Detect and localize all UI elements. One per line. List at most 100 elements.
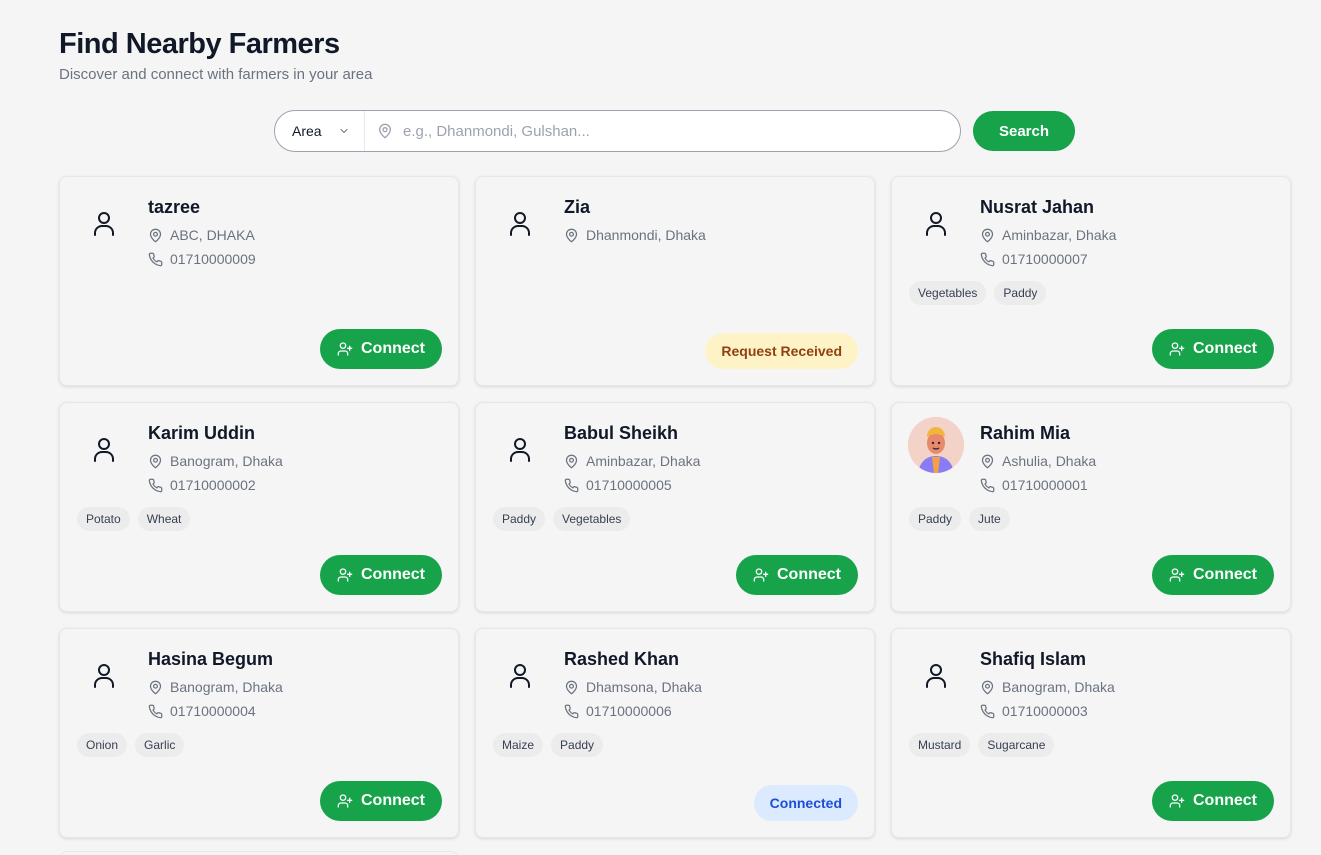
farmer-phone: 01710000007: [980, 251, 1088, 267]
phone-text: 01710000003: [1002, 703, 1088, 719]
area-filter-label: Area: [292, 123, 322, 139]
user-plus-icon: [337, 341, 353, 357]
user-plus-icon: [753, 567, 769, 583]
person-icon: [920, 201, 952, 245]
connect-label: Connect: [1193, 566, 1257, 583]
phone-icon: [564, 704, 586, 719]
connect-label: Connect: [777, 566, 841, 583]
crop-tags: Paddy Jute: [909, 507, 1010, 531]
crop-tag: Paddy: [493, 507, 546, 531]
connect-button[interactable]: Connect: [320, 329, 442, 369]
area-filter-select[interactable]: Area: [275, 111, 365, 151]
person-icon: [920, 653, 952, 697]
farmer-phone: 01710000001: [980, 477, 1088, 493]
farmer-name: Nusrat Jahan: [980, 197, 1095, 217]
connect-label: Connect: [1193, 340, 1257, 357]
page-title: Find Nearby Farmers: [59, 28, 340, 60]
person-icon: [504, 201, 536, 245]
crop-tags: Maize Paddy: [493, 733, 604, 757]
crop-tags: Paddy Vegetables: [493, 507, 631, 531]
farmer-name: Babul Sheikh: [564, 423, 679, 443]
crop-tag: Garlic: [135, 733, 185, 757]
connect-label: Connect: [1193, 792, 1257, 809]
connect-button[interactable]: Connect: [1152, 329, 1274, 369]
farmer-location: Banogram, Dhaka: [148, 679, 283, 695]
farmer-name: Karim Uddin: [148, 423, 256, 443]
farmer-card: Shafiq Islam Banogram, Dhaka 01710000003 Mu…: [891, 628, 1291, 838]
crop-tags: Mustard Sugarcane: [909, 733, 1055, 757]
farmer-photo: [908, 417, 964, 473]
map-pin-icon: [564, 680, 586, 695]
status-badge: Connected: [753, 785, 858, 821]
farmer-phone: 01710000005: [564, 477, 672, 493]
farmer-card: Rahim Mia Ashulia, Dhaka 01710000001 Paddy J…: [891, 402, 1291, 612]
crop-tags: Onion Garlic: [77, 733, 185, 757]
connect-label: Connect: [361, 340, 425, 357]
farmer-phone: 01710000004: [148, 703, 256, 719]
farmer-card: tazree ABC, DHAKA 01710000009 Connect: [59, 176, 459, 386]
crop-tag: Onion: [77, 733, 128, 757]
map-pin-icon: [980, 680, 1002, 695]
farmer-grid: tazree ABC, DHAKA 01710000009 Connect Zia Dha…: [59, 176, 1291, 838]
farmer-name: Rashed Khan: [564, 649, 680, 669]
crop-tag: Mustard: [909, 733, 971, 757]
phone-icon: [564, 478, 586, 493]
location-text: Ashulia, Dhaka: [1002, 453, 1097, 469]
farmer-location: ABC, DHAKA: [148, 227, 255, 243]
farmer-card: Zia Dhanmondi, Dhaka Request Received: [475, 176, 875, 386]
status-badge: Request Received: [705, 333, 858, 369]
phone-text: 01710000001: [1002, 477, 1088, 493]
farmer-card: Karim Uddin Banogram, Dhaka 01710000002 Pot…: [59, 402, 459, 612]
phone-text: 01710000007: [1002, 251, 1088, 267]
farmer-location: Aminbazar, Dhaka: [980, 227, 1116, 243]
farmer-location: Aminbazar, Dhaka: [564, 453, 700, 469]
connect-button[interactable]: Connect: [736, 555, 858, 595]
user-plus-icon: [1169, 793, 1185, 809]
phone-icon: [148, 252, 170, 267]
farmer-location: Ashulia, Dhaka: [980, 453, 1096, 469]
user-plus-icon: [1169, 341, 1185, 357]
map-pin-icon: [148, 680, 170, 695]
farmer-phone: 01710000002: [148, 477, 256, 493]
location-text: Aminbazar, Dhaka: [1002, 227, 1117, 243]
crop-tag: Paddy: [551, 733, 604, 757]
connect-button[interactable]: Connect: [320, 781, 442, 821]
location-text: Banogram, Dhaka: [170, 453, 283, 469]
connect-button[interactable]: Connect: [1152, 555, 1274, 595]
connect-button[interactable]: Connect: [1152, 781, 1274, 821]
farmer-card: Rashed Khan Dhamsona, Dhaka 01710000006 Mai…: [475, 628, 875, 838]
crop-tag: Vegetables: [553, 507, 631, 531]
phone-icon: [148, 478, 170, 493]
crop-tag: Sugarcane: [978, 733, 1055, 757]
search-input[interactable]: [403, 122, 923, 140]
farmer-name: tazree: [148, 197, 201, 217]
farmer-location: Dhamsona, Dhaka: [564, 679, 702, 695]
phone-icon: [980, 478, 1002, 493]
crop-tag: Maize: [493, 733, 544, 757]
crop-tag: Jute: [969, 507, 1010, 531]
phone-text: 01710000004: [170, 703, 256, 719]
search-button[interactable]: Search: [973, 111, 1075, 151]
map-pin-icon: [148, 454, 170, 469]
person-icon: [88, 653, 120, 697]
connect-button[interactable]: Connect: [320, 555, 442, 595]
phone-text: 01710000006: [586, 703, 672, 719]
crop-tag: Paddy: [909, 507, 962, 531]
farmer-phone: 01710000006: [564, 703, 672, 719]
person-icon: [88, 201, 120, 245]
phone-icon: [148, 704, 170, 719]
map-pin-icon: [564, 454, 586, 469]
farmer-location: Banogram, Dhaka: [148, 453, 283, 469]
map-pin-icon: [377, 123, 393, 139]
crop-tags: Vegetables Paddy: [909, 281, 1047, 305]
user-plus-icon: [337, 793, 353, 809]
farmer-location: Banogram, Dhaka: [980, 679, 1115, 695]
person-icon: [504, 427, 536, 471]
farmer-name: Hasina Begum: [148, 649, 274, 669]
farmer-location: Dhanmondi, Dhaka: [564, 227, 706, 243]
farmer-card: Hasina Begum Banogram, Dhaka 01710000004 On…: [59, 628, 459, 838]
crop-tag: Vegetables: [909, 281, 987, 305]
phone-text: 01710000002: [170, 477, 256, 493]
person-icon: [504, 653, 536, 697]
location-text: Dhamsona, Dhaka: [586, 679, 702, 695]
